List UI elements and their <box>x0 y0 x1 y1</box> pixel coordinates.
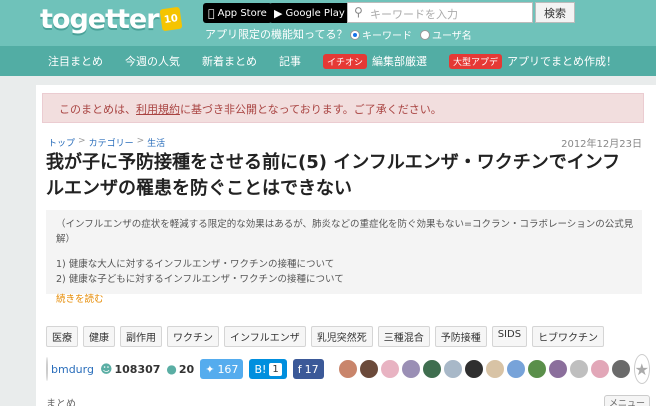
favorite-user-avatar[interactable] <box>379 359 400 379</box>
section-label: まとめ <box>46 399 76 406</box>
favorite-user-avatar[interactable] <box>463 359 484 379</box>
tag-item[interactable]: 乳児突然死 <box>310 326 373 347</box>
favorite-user-avatar[interactable] <box>505 359 526 379</box>
page-title: 我が子に予防接種をさせる前に(5) インフルエンザ・ワクチンでインフルエンザの罹… <box>46 152 621 199</box>
app-store-label: App Store <box>211 7 267 19</box>
search-placeholder: キーワードを入力 <box>370 8 458 21</box>
favorite-user-avatar[interactable] <box>484 359 505 379</box>
logo-text: togetter <box>40 3 160 35</box>
nav-item-editors-pick[interactable]: イチオシ 編集部厳選 <box>323 53 427 69</box>
hatena-icon: B! <box>254 362 267 376</box>
tag-item[interactable]: SIDS <box>491 326 528 347</box>
togetter-logo[interactable]: togetter 10 <box>40 3 182 35</box>
nav-item-articles[interactable]: 記事 <box>279 53 301 69</box>
hatena-bookmark-button[interactable]: B! 1 <box>249 359 287 379</box>
tag-item[interactable]: インフルエンザ <box>224 326 306 347</box>
app-feature-link[interactable]: アプリ限定の機能知ってる？ <box>205 26 347 42</box>
favorite-user-avatar[interactable] <box>442 359 463 379</box>
favorite-star-button[interactable]: ★ <box>633 354 650 384</box>
radio-username[interactable]: ユーザ名 <box>420 27 472 42</box>
radio-selected-icon <box>350 29 360 40</box>
nav-item-new[interactable]: 新着まとめ <box>202 53 257 69</box>
breadcrumb-top[interactable]: トップ <box>48 136 75 149</box>
nav-item-weekly[interactable]: 今週の人気 <box>125 53 180 69</box>
facebook-icon: f <box>297 362 302 376</box>
person-icon: ☻ <box>99 362 113 376</box>
tag-item[interactable]: ヒブワクチン <box>532 326 605 347</box>
search-input[interactable]: ⚲ キーワードを入力 <box>347 2 533 23</box>
menu-button[interactable]: メニュー <box>604 395 650 406</box>
radio-keyword[interactable]: キーワード <box>350 27 412 42</box>
radio-unselected-icon <box>420 29 430 40</box>
tag-item[interactable]: 医療 <box>46 326 78 347</box>
nav-tag: イチオシ <box>323 53 368 69</box>
breadcrumb-life[interactable]: 生活 <box>147 136 165 149</box>
meta-row: bmdurg ☻ 108307 ● 20 ✦ 167 B! 1 f 17 ★ 1… <box>46 354 650 384</box>
terms-link[interactable]: 利用規約 <box>136 103 180 116</box>
tag-item[interactable]: ワクチン <box>167 326 219 347</box>
favorite-user-avatar[interactable] <box>400 359 421 379</box>
tag-item[interactable]: 予防接種 <box>434 326 487 347</box>
anniversary-badge: 10 <box>159 6 182 32</box>
apple-icon:  <box>208 7 215 20</box>
site-header: togetter 10  App Store ▶ Google Play アプ… <box>0 0 656 46</box>
nav-item-app-create[interactable]: 大型アプデ アプリでまとめ作成！ <box>449 53 617 69</box>
comment-icon: ● <box>166 362 177 376</box>
private-alert: このまとめは、利用規約に基づき非公開となっております。ご了承ください。 <box>42 93 644 123</box>
favorite-user-avatar[interactable] <box>547 359 568 379</box>
read-more-link[interactable]: 続きを読む <box>56 292 634 307</box>
favorite-user-avatar[interactable] <box>358 359 379 379</box>
comment-count[interactable]: ● 20 <box>166 362 194 376</box>
favorite-user-avatar[interactable] <box>568 359 589 379</box>
facebook-share-button[interactable]: f 17 <box>292 359 324 379</box>
twitter-bird-icon: ✦ <box>205 362 215 376</box>
search-icon: ⚲ <box>354 5 363 19</box>
tag-list: 医療 健康 副作用 ワクチン インフルエンザ 乳児突然死 三種混合 予防接種 S… <box>46 326 605 347</box>
radio-keyword-label: キーワード <box>362 31 412 42</box>
favorite-user-avatar[interactable] <box>421 359 442 379</box>
avatar[interactable] <box>46 357 48 381</box>
main-nav: 注目まとめ 今週の人気 新着まとめ 記事 イチオシ 編集部厳選 大型アプデ アプ… <box>0 46 656 76</box>
favorite-user-avatar[interactable] <box>610 359 631 379</box>
breadcrumb-category[interactable]: カテゴリー <box>89 136 134 149</box>
radio-user-label: ユーザ名 <box>432 31 472 42</box>
twitter-share-button[interactable]: ✦ 167 <box>200 359 244 379</box>
app-store-button[interactable]:  App Store <box>203 3 272 23</box>
search-type-radios: キーワード ユーザ名 <box>350 27 472 42</box>
post-date: 2012年12月23日 <box>561 139 642 150</box>
breadcrumb: トップ > カテゴリー > 生活 <box>48 136 166 149</box>
author-link[interactable]: bmdurg <box>51 363 94 376</box>
main-content: このまとめは、利用規約に基づき非公開となっております。ご了承ください。 トップ … <box>36 85 656 406</box>
search-button[interactable]: 検索 <box>535 2 575 23</box>
tag-item[interactable]: 三種混合 <box>377 326 430 347</box>
description-box: （インフルエンザの症状を軽減する限定的な効果はあるが、肺炎などの重症化を防ぐ効果… <box>46 210 642 305</box>
favorite-user-avatar[interactable] <box>337 359 358 379</box>
nav-item-featured[interactable]: 注目まとめ <box>48 53 103 69</box>
google-play-button[interactable]: ▶ Google Play <box>269 3 350 23</box>
description-line: 2) 健康な子どもに対するインフルエンザ・ワクチンの接種について <box>56 274 344 285</box>
favorite-users <box>337 359 632 379</box>
favorite-user-avatar[interactable] <box>526 359 547 379</box>
view-count: ☻ 108307 <box>99 362 161 376</box>
play-icon: ▶ <box>274 6 283 20</box>
favorite-user-avatar[interactable] <box>589 359 610 379</box>
description-line: （インフルエンザの症状を軽減する限定的な効果はあるが、肺炎などの重症化を防ぐ効果… <box>56 219 634 245</box>
nav-tag: 大型アプデ <box>449 53 503 69</box>
tag-item[interactable]: 健康 <box>83 326 115 347</box>
google-play-label: Google Play <box>285 7 345 19</box>
description-line: 1) 健康な大人に対するインフルエンザ・ワクチンの接種について <box>56 259 335 270</box>
tag-item[interactable]: 副作用 <box>120 326 162 347</box>
